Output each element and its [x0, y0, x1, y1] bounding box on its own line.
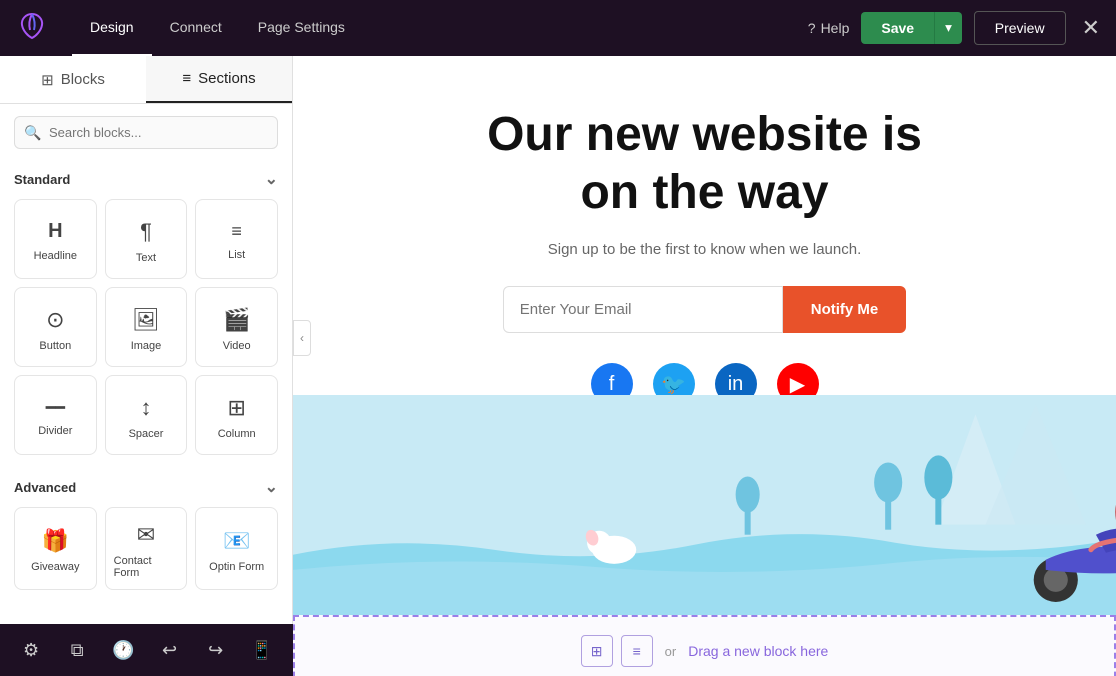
block-image[interactable]: 🖼 Image [105, 287, 188, 367]
image-icon: 🖼 [132, 307, 160, 333]
nav-right: ? Help Save ▾ Preview ✕ [808, 11, 1100, 45]
spacer-icon: ↕ [140, 395, 151, 421]
layers-tool[interactable]: ⧉ [59, 632, 95, 668]
search-wrap: 🔍 [14, 116, 278, 149]
block-video[interactable]: 🎬 Video [195, 287, 278, 367]
help-button[interactable]: ? Help [808, 20, 850, 36]
image-label: Image [131, 340, 162, 352]
main-canvas: Our new website is on the way Sign up to… [293, 56, 1116, 676]
drag-zone-label: Drag a new block here [688, 643, 828, 659]
block-headline[interactable]: H Headline [14, 199, 97, 279]
search-input[interactable] [14, 116, 278, 149]
button-icon: ⊙ [46, 307, 64, 333]
sections-icon: ≡ [182, 70, 191, 87]
save-dropdown-button[interactable]: ▾ [934, 12, 962, 44]
email-form: Notify Me [333, 286, 1076, 333]
block-divider[interactable]: ━━ Divider [14, 375, 97, 455]
save-button[interactable]: Save [861, 12, 934, 44]
video-label: Video [223, 340, 251, 352]
illustration-area [293, 395, 1116, 615]
bottom-toolbar: ⚙ ⧉ 🕐 ↩ ↪ 📱 [0, 624, 293, 676]
close-button[interactable]: ✕ [1082, 15, 1100, 41]
advanced-section-title: Advanced ⌄ [0, 469, 292, 503]
preview-section: Our new website is on the way Sign up to… [293, 56, 1116, 405]
chevron-down-icon: ▾ [945, 20, 952, 36]
block-text[interactable]: ¶ Text [105, 199, 188, 279]
list-icon: ≡ [231, 221, 242, 242]
advanced-chevron-icon[interactable]: ⌄ [265, 477, 278, 497]
nav-tab-connect[interactable]: Connect [152, 0, 240, 56]
drag-zone-or-text: or [665, 644, 677, 659]
block-optin-form[interactable]: 📧 Optin Form [195, 507, 278, 590]
collapse-panel-button[interactable]: ‹ [293, 320, 311, 356]
undo-tool[interactable]: ↩ [152, 632, 188, 668]
panel-tabs: ⊞ Blocks ≡ Sections [0, 56, 292, 104]
tab-blocks[interactable]: ⊞ Blocks [0, 56, 146, 103]
blocks-icon: ⊞ [41, 71, 54, 89]
block-spacer[interactable]: ↕ Spacer [105, 375, 188, 455]
divider-label: Divider [38, 425, 72, 437]
divider-icon: ━━ [46, 398, 65, 418]
drag-zone[interactable]: ⊞ ≡ or Drag a new block here [293, 615, 1116, 676]
search-bar: 🔍 [0, 104, 292, 161]
nav-tab-design[interactable]: Design [72, 0, 152, 56]
left-panel: ⊞ Blocks ≡ Sections 🔍 Standard ⌄ H Headl… [0, 56, 293, 676]
redo-tool[interactable]: ↪ [198, 632, 234, 668]
nav-tab-page-settings[interactable]: Page Settings [240, 0, 363, 56]
column-label: Column [218, 428, 256, 440]
search-icon: 🔍 [24, 124, 41, 141]
giveaway-label: Giveaway [31, 561, 79, 573]
mobile-preview-tool[interactable]: 📱 [244, 632, 280, 668]
logo [16, 10, 48, 47]
help-icon: ? [808, 20, 816, 36]
block-contact-form[interactable]: ✉ Contact Form [105, 507, 188, 590]
panel-scroll: Standard ⌄ H Headline ¶ Text ≡ List ⊙ Bu… [0, 161, 292, 676]
nav-tabs: Design Connect Page Settings [72, 0, 363, 56]
block-column[interactable]: ⊞ Column [195, 375, 278, 455]
notify-button[interactable]: Notify Me [783, 286, 907, 333]
page-title: Our new website is on the way [333, 106, 1076, 221]
drag-zone-icon-grid: ⊞ [581, 635, 613, 667]
video-icon: 🎬 [223, 307, 250, 333]
advanced-blocks-grid: 🎁 Giveaway ✉ Contact Form 📧 Optin Form [0, 503, 292, 604]
column-icon: ⊞ [227, 395, 245, 421]
preview-button[interactable]: Preview [974, 11, 1066, 45]
standard-chevron-icon[interactable]: ⌄ [265, 169, 278, 189]
tab-sections[interactable]: ≡ Sections [146, 56, 292, 103]
spacer-label: Spacer [129, 428, 164, 440]
list-label: List [228, 249, 245, 261]
headline-label: Headline [34, 250, 77, 262]
block-giveaway[interactable]: 🎁 Giveaway [14, 507, 97, 590]
canvas-content: Our new website is on the way Sign up to… [293, 56, 1116, 676]
block-button[interactable]: ⊙ Button [14, 287, 97, 367]
settings-tool[interactable]: ⚙ [13, 632, 49, 668]
contact-form-icon: ✉ [137, 522, 155, 548]
standard-section-title: Standard ⌄ [0, 161, 292, 195]
save-btn-group: Save ▾ [861, 12, 961, 44]
optin-form-icon: 📧 [223, 528, 250, 554]
standard-blocks-grid: H Headline ¶ Text ≡ List ⊙ Button 🖼 Imag… [0, 195, 292, 469]
top-nav: Design Connect Page Settings ? Help Save… [0, 0, 1116, 56]
text-label: Text [136, 252, 156, 264]
email-input[interactable] [503, 286, 783, 333]
history-tool[interactable]: 🕐 [105, 632, 141, 668]
button-label: Button [39, 340, 71, 352]
giveaway-icon: 🎁 [42, 528, 69, 554]
text-icon: ¶ [140, 219, 152, 245]
drag-zone-icon-list: ≡ [621, 635, 653, 667]
contact-form-label: Contact Form [114, 555, 179, 579]
headline-icon: H [48, 220, 62, 243]
drag-zone-icons: ⊞ ≡ [581, 635, 653, 667]
page-subtitle: Sign up to be the first to know when we … [333, 241, 1076, 258]
block-list[interactable]: ≡ List [195, 199, 278, 279]
illustration-svg [293, 395, 1116, 615]
optin-form-label: Optin Form [209, 561, 264, 573]
